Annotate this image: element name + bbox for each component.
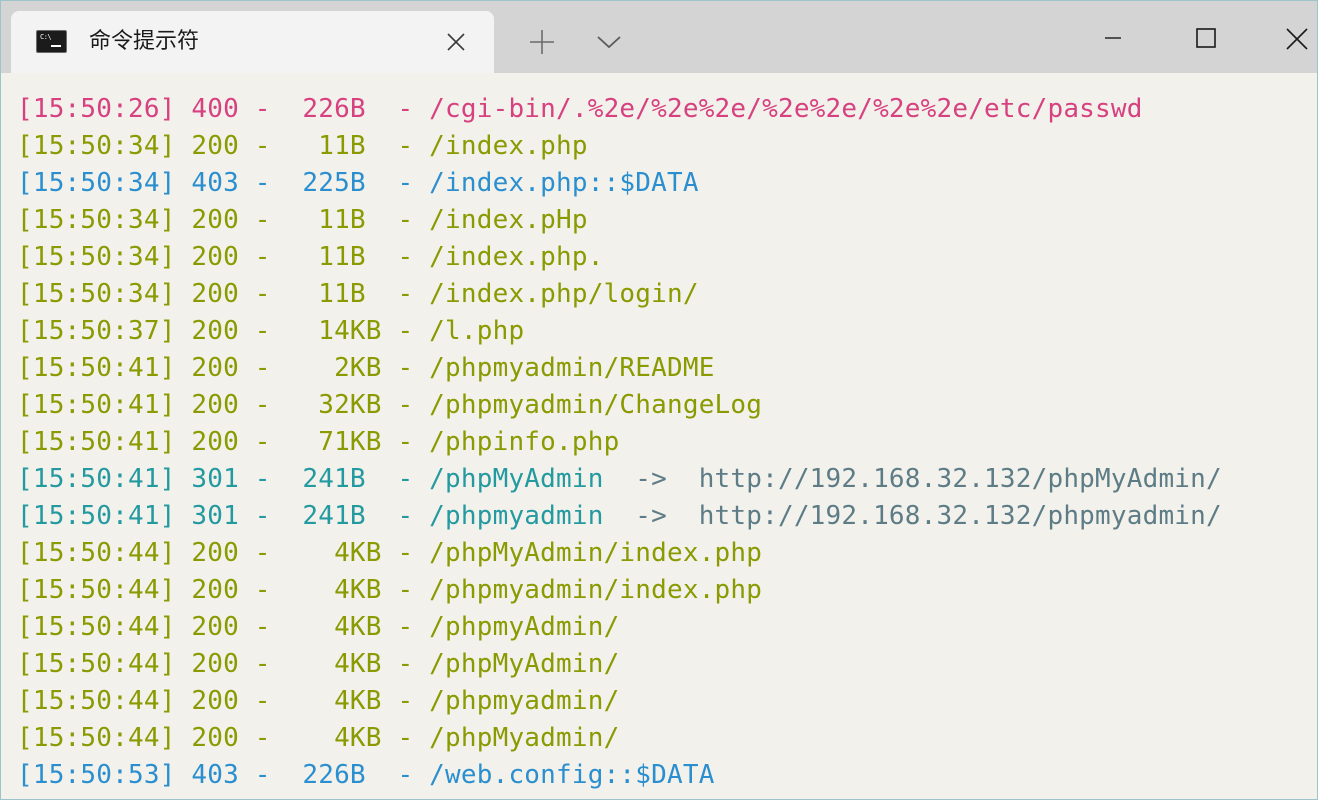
terminal-line: [15:50:34] 403 - 225B - /index.php::$DAT… xyxy=(17,165,1307,202)
icon-prompt-text: C:\ xyxy=(40,33,52,41)
terminal-line-text: [15:50:41] 301 - 241B - /phpmyadmin xyxy=(17,501,636,531)
terminal-line-text: [15:50:44] 200 - 4KB - /phpMyAdmin/ xyxy=(17,649,620,679)
terminal-line-text: [15:50:44] 200 - 4KB - /phpmyAdmin/ xyxy=(17,612,620,642)
terminal-line-text: [15:50:41] 200 - 32KB - /phpmyadmin/Chan… xyxy=(17,390,763,420)
terminal-line-text: [15:50:34] 403 - 225B - /index.php::$DAT… xyxy=(17,168,699,198)
terminal-line: [15:50:34] 200 - 11B - /index.php. xyxy=(17,239,1307,276)
chevron-down-icon[interactable] xyxy=(595,32,623,52)
terminal-line-text: [15:50:44] 200 - 4KB - /phpMyAdmin/index… xyxy=(17,538,763,568)
terminal-line: [15:50:44] 200 - 4KB - /phpMyAdmin/ xyxy=(17,646,1307,683)
terminal-line-text: [15:50:44] 200 - 4KB - /phpmyadmin/ xyxy=(17,686,620,716)
terminal-output[interactable]: [15:50:26] 400 - 226B - /cgi-bin/.%2e/%2… xyxy=(17,91,1307,795)
terminal-line-text: [15:50:34] 200 - 11B - /index.php xyxy=(17,131,588,161)
terminal-line: [15:50:34] 200 - 11B - /index.pHp xyxy=(17,202,1307,239)
terminal-line-text: [15:50:41] 200 - 71KB - /phpinfo.php xyxy=(17,427,620,457)
title-bar[interactable]: C:\ 命令提示符 xyxy=(1,1,1317,73)
terminal-line: [15:50:34] 200 - 11B - /index.php/login/ xyxy=(17,276,1307,313)
terminal-line-text: [15:50:34] 200 - 11B - /index.pHp xyxy=(17,205,588,235)
terminal-line-text: [15:50:44] 200 - 4KB - /phpmyadmin/index… xyxy=(17,575,763,605)
terminal-line-text: [15:50:53] 403 - 226B - /web.config::$DA… xyxy=(17,760,715,790)
terminal-line-text: [15:50:34] 200 - 11B - /index.php/login/ xyxy=(17,279,699,309)
redirect-target: -> http://192.168.32.132/phpmyadmin/ xyxy=(635,501,1222,531)
terminal-line: [15:50:37] 200 - 14KB - /l.php xyxy=(17,313,1307,350)
terminal-line-text: [15:50:41] 200 - 2KB - /phpmyadmin/READM… xyxy=(17,353,715,383)
redirect-target: -> http://192.168.32.132/phpMyAdmin/ xyxy=(635,464,1222,494)
terminal-line: [15:50:41] 200 - 2KB - /phpmyadmin/READM… xyxy=(17,350,1307,387)
terminal-line: [15:50:44] 200 - 4KB - /phpmyadmin/ xyxy=(17,683,1307,720)
icon-cursor xyxy=(51,45,61,47)
terminal-line: [15:50:26] 400 - 226B - /cgi-bin/.%2e/%2… xyxy=(17,91,1307,128)
terminal-line: [15:50:41] 200 - 32KB - /phpmyadmin/Chan… xyxy=(17,387,1307,424)
terminal-line-text: [15:50:44] 200 - 4KB - /phpMyadmin/ xyxy=(17,723,620,753)
terminal-line: [15:50:44] 200 - 4KB - /phpMyadmin/ xyxy=(17,720,1307,757)
close-icon[interactable] xyxy=(444,30,468,54)
plus-icon[interactable] xyxy=(528,28,556,56)
terminal-line: [15:50:34] 200 - 11B - /index.php xyxy=(17,128,1307,165)
terminal-line: [15:50:41] 301 - 241B - /phpMyAdmin -> h… xyxy=(17,461,1307,498)
terminal-line: [15:50:41] 200 - 71KB - /phpinfo.php xyxy=(17,424,1307,461)
minimize-icon[interactable] xyxy=(1097,23,1127,53)
terminal-window: C:\ 命令提示符 [15:50:26] 400 - 226B - /cgi-b… xyxy=(0,0,1318,800)
terminal-line: [15:50:44] 200 - 4KB - /phpmyAdmin/ xyxy=(17,609,1307,646)
terminal-line-text: [15:50:41] 301 - 241B - /phpMyAdmin xyxy=(17,464,636,494)
terminal-line: [15:50:44] 200 - 4KB - /phpmyadmin/index… xyxy=(17,572,1307,609)
terminal-line: [15:50:44] 200 - 4KB - /phpMyAdmin/index… xyxy=(17,535,1307,572)
terminal-line-text: [15:50:37] 200 - 14KB - /l.php xyxy=(17,316,525,346)
terminal-line-text: [15:50:26] 400 - 226B - /cgi-bin/.%2e/%2… xyxy=(17,94,1143,124)
tab-title: 命令提示符 xyxy=(89,29,200,54)
close-icon[interactable] xyxy=(1281,23,1311,53)
terminal-line-text: [15:50:34] 200 - 11B - /index.php. xyxy=(17,242,604,272)
command-prompt-icon: C:\ xyxy=(36,30,67,53)
maximize-icon[interactable] xyxy=(1191,23,1221,53)
terminal-line: [15:50:41] 301 - 241B - /phpmyadmin -> h… xyxy=(17,498,1307,535)
terminal-line: [15:50:53] 403 - 226B - /web.config::$DA… xyxy=(17,757,1307,794)
tab-command-prompt[interactable]: C:\ 命令提示符 xyxy=(11,11,494,73)
